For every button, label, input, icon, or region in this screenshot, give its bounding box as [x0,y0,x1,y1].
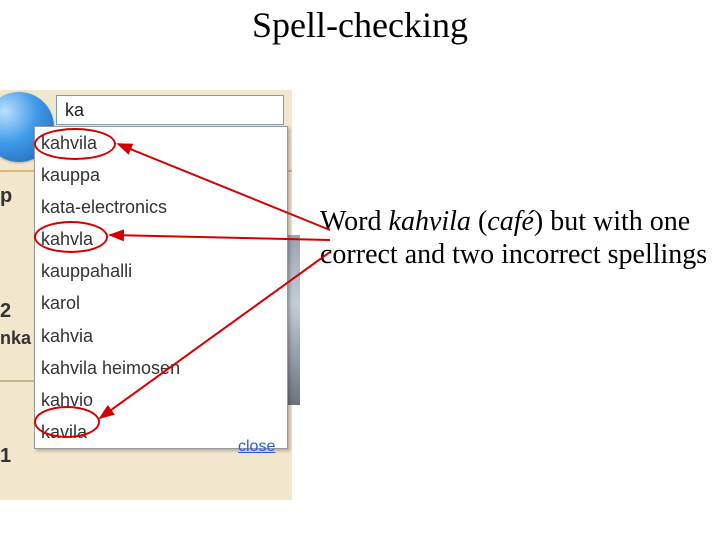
caption-word: kahvila [389,206,471,237]
suggestion-item[interactable]: kahvia [35,320,287,352]
map-fragment-nka: nka [0,328,31,349]
search-input[interactable]: ka [56,95,284,125]
annotation-caption: Word kahvila (café) but with one correct… [320,205,710,271]
suggestion-item[interactable]: kauppahalli [35,255,287,287]
suggestion-item[interactable]: kahvla [35,223,287,255]
suggestion-item[interactable]: kahvila heimosen [35,352,287,384]
suggestion-item[interactable]: kahvila [35,127,287,159]
suggestion-item[interactable]: kata-electronics [35,191,287,223]
caption-translation: café [487,206,534,237]
map-fragment-1: 1 [0,445,11,468]
caption-paren-open: ( [471,206,487,237]
suggestion-item[interactable]: kahvio [35,384,287,416]
suggestion-item[interactable]: kauppa [35,159,287,191]
map-fragment-p: p [0,185,12,208]
caption-pre: Word [320,206,389,237]
slide-title: Spell-checking [0,4,720,46]
suggestion-dropdown: kahvila kauppa kata-electronics kahvla k… [34,126,288,449]
map-fragment-2: 2 [0,300,11,323]
close-link[interactable]: close [238,438,275,456]
suggestion-item[interactable]: karol [35,287,287,319]
